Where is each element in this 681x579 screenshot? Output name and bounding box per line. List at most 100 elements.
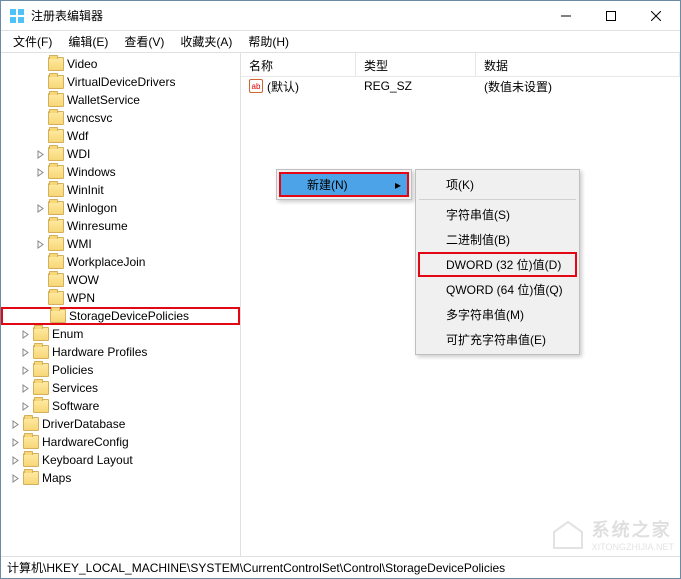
- submenu-item[interactable]: DWORD (32 位)值(D): [418, 252, 577, 277]
- menu-help[interactable]: 帮助(H): [240, 31, 297, 52]
- folder-icon: [48, 111, 64, 125]
- tree-label: Windows: [67, 165, 116, 179]
- tree-expander-icon[interactable]: [17, 326, 33, 342]
- folder-icon: [23, 435, 39, 449]
- tree-label: Winresume: [67, 219, 128, 233]
- tree-expander-icon: [32, 128, 48, 144]
- submenu-item[interactable]: QWORD (64 位)值(Q): [418, 277, 577, 302]
- window-title: 注册表编辑器: [31, 7, 543, 24]
- tree-node-software[interactable]: Software: [1, 397, 240, 415]
- tree-node-workplacejoin[interactable]: WorkplaceJoin: [1, 253, 240, 271]
- submenu-item[interactable]: 项(K): [418, 172, 577, 197]
- tree-expander-icon: [32, 56, 48, 72]
- tree-expander-icon[interactable]: [7, 416, 23, 432]
- col-name[interactable]: 名称: [241, 53, 356, 76]
- submenu-item[interactable]: 可扩充字符串值(E): [418, 327, 577, 352]
- tree-node-services[interactable]: Services: [1, 379, 240, 397]
- list-panel: 名称 类型 数据 ab (默认) REG_SZ (数值未设置) 新建(N) ▸ …: [241, 53, 680, 556]
- tree-node-video[interactable]: Video: [1, 55, 240, 73]
- folder-icon: [48, 291, 64, 305]
- tree-expander-icon[interactable]: [7, 452, 23, 468]
- menu-file[interactable]: 文件(F): [5, 31, 60, 52]
- tree-node-wcncsvc[interactable]: wcncsvc: [1, 109, 240, 127]
- tree-expander-icon[interactable]: [32, 146, 48, 162]
- tree-label: wcncsvc: [67, 111, 112, 125]
- tree-node-winresume[interactable]: Winresume: [1, 217, 240, 235]
- tree-node-enum[interactable]: Enum: [1, 325, 240, 343]
- tree-label: Software: [52, 399, 99, 413]
- tree-label: Policies: [52, 363, 93, 377]
- tree-label: WinInit: [67, 183, 104, 197]
- tree-panel[interactable]: Video VirtualDeviceDrivers WalletService wc…: [1, 53, 241, 556]
- menu-favorites[interactable]: 收藏夹(A): [172, 31, 240, 52]
- tree-node-maps[interactable]: Maps: [1, 469, 240, 487]
- tree-expander-icon[interactable]: [32, 200, 48, 216]
- context-menu: 新建(N) ▸ 项(K)字符串值(S)二进制值(B)DWORD (32 位)值(…: [276, 169, 412, 200]
- folder-icon: [50, 309, 66, 323]
- col-data[interactable]: 数据: [476, 53, 680, 76]
- tree-expander-icon[interactable]: [17, 398, 33, 414]
- ctx-new[interactable]: 新建(N) ▸: [279, 172, 409, 197]
- menu-edit[interactable]: 编辑(E): [60, 31, 116, 52]
- statusbar: 计算机\HKEY_LOCAL_MACHINE\SYSTEM\CurrentCon…: [1, 556, 680, 578]
- tree-expander-icon[interactable]: [17, 362, 33, 378]
- folder-icon: [23, 417, 39, 431]
- close-button[interactable]: [633, 1, 678, 30]
- folder-icon: [48, 147, 64, 161]
- tree-expander-icon[interactable]: [7, 470, 23, 486]
- titlebar: 注册表编辑器: [1, 1, 680, 31]
- tree-label: Winlogon: [67, 201, 117, 215]
- tree-label: HardwareConfig: [42, 435, 129, 449]
- submenu-item[interactable]: 字符串值(S): [418, 202, 577, 227]
- tree-node-storagedevicepolicies[interactable]: StorageDevicePolicies: [1, 307, 240, 325]
- submenu-item[interactable]: 多字符串值(M): [418, 302, 577, 327]
- tree-node-walletservice[interactable]: WalletService: [1, 91, 240, 109]
- tree-label: Hardware Profiles: [52, 345, 147, 359]
- folder-icon: [48, 165, 64, 179]
- tree-node-hardware-profiles[interactable]: Hardware Profiles: [1, 343, 240, 361]
- tree-expander-icon: [32, 218, 48, 234]
- tree-node-keyboard-layout[interactable]: Keyboard Layout: [1, 451, 240, 469]
- tree-label: Wdf: [67, 129, 88, 143]
- tree-node-wpn[interactable]: WPN: [1, 289, 240, 307]
- folder-icon: [48, 201, 64, 215]
- folder-icon: [48, 129, 64, 143]
- folder-icon: [48, 93, 64, 107]
- submenu-item[interactable]: 二进制值(B): [418, 227, 577, 252]
- tree-expander-icon: [32, 182, 48, 198]
- ctx-new-label: 新建(N): [307, 176, 348, 193]
- folder-icon: [33, 363, 49, 377]
- tree-expander-icon[interactable]: [17, 344, 33, 360]
- tree-expander-icon[interactable]: [32, 164, 48, 180]
- tree-expander-icon: [32, 92, 48, 108]
- tree-node-policies[interactable]: Policies: [1, 361, 240, 379]
- folder-icon: [23, 471, 39, 485]
- tree-node-wmi[interactable]: WMI: [1, 235, 240, 253]
- tree-label: StorageDevicePolicies: [69, 309, 189, 323]
- menu-view[interactable]: 查看(V): [116, 31, 172, 52]
- tree-node-wininit[interactable]: WinInit: [1, 181, 240, 199]
- tree-node-wdf[interactable]: Wdf: [1, 127, 240, 145]
- tree-expander-icon: [32, 74, 48, 90]
- tree-expander-icon[interactable]: [17, 380, 33, 396]
- minimize-button[interactable]: [543, 1, 588, 30]
- maximize-button[interactable]: [588, 1, 633, 30]
- list-row-default[interactable]: ab (默认) REG_SZ (数值未设置): [241, 77, 680, 95]
- app-icon: [9, 8, 25, 24]
- tree-node-virtualdevicedrivers[interactable]: VirtualDeviceDrivers: [1, 73, 240, 91]
- tree-node-driverdatabase[interactable]: DriverDatabase: [1, 415, 240, 433]
- tree-node-windows[interactable]: Windows: [1, 163, 240, 181]
- tree-node-winlogon[interactable]: Winlogon: [1, 199, 240, 217]
- tree-label: WDI: [67, 147, 90, 161]
- tree-node-hardwareconfig[interactable]: HardwareConfig: [1, 433, 240, 451]
- folder-icon: [48, 183, 64, 197]
- tree-expander-icon: [32, 110, 48, 126]
- list-header: 名称 类型 数据: [241, 53, 680, 77]
- tree-label: VirtualDeviceDrivers: [67, 75, 175, 89]
- tree-node-wdi[interactable]: WDI: [1, 145, 240, 163]
- col-type[interactable]: 类型: [356, 53, 476, 76]
- tree-expander-icon[interactable]: [7, 434, 23, 450]
- status-path: 计算机\HKEY_LOCAL_MACHINE\SYSTEM\CurrentCon…: [7, 559, 505, 576]
- tree-expander-icon[interactable]: [32, 236, 48, 252]
- tree-node-wow[interactable]: WOW: [1, 271, 240, 289]
